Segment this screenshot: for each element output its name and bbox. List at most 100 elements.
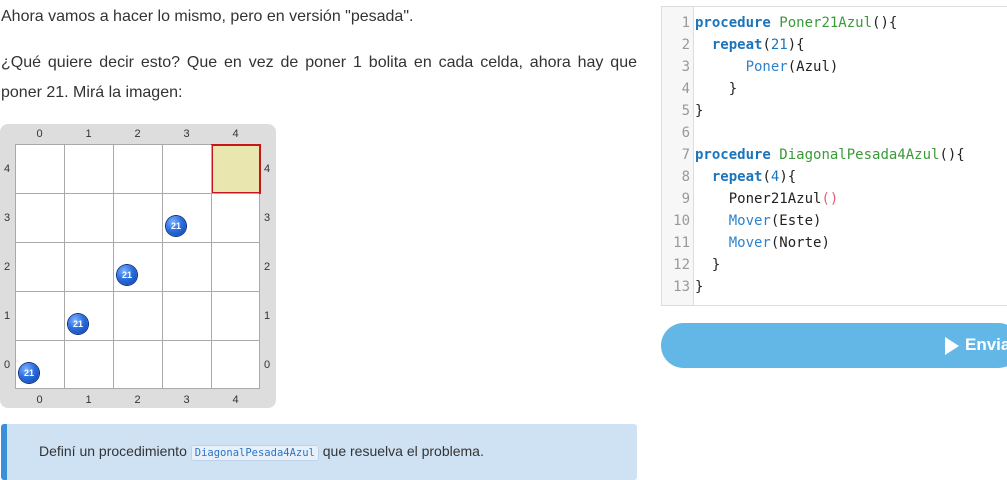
target-cell <box>211 144 261 194</box>
row-label-right: 2 <box>263 260 271 273</box>
board: 21 21 21 21 00112233444433221100 <box>0 124 276 408</box>
code-token: ( <box>762 169 771 185</box>
code-line[interactable]: } <box>695 78 737 100</box>
code-token: } <box>695 103 704 119</box>
column-label-top: 4 <box>232 128 239 140</box>
column-label-top: 1 <box>85 128 92 140</box>
code-token: Poner21Azul <box>695 191 822 207</box>
row-label-right: 0 <box>263 358 271 371</box>
intro-question: ¿Qué quiere decir esto? Que en vez de po… <box>1 48 637 108</box>
intro-text: Ahora vamos a hacer lo mismo, pero en ve… <box>1 8 414 25</box>
column-label-bottom: 3 <box>183 394 190 406</box>
row-label-left: 4 <box>3 162 11 175</box>
code-token: ){ <box>787 37 805 53</box>
code-token: (){ <box>939 147 965 163</box>
line-number: 2 <box>681 37 690 53</box>
blue-ball: 21 <box>166 216 186 236</box>
grid-column-line <box>64 145 65 388</box>
code-line[interactable]: procedure DiagonalPesada4Azul(){ <box>695 144 965 166</box>
line-number: 11 <box>673 235 690 251</box>
column-label-top: 3 <box>183 128 190 140</box>
line-number: 13 <box>673 279 690 295</box>
grid-column-line <box>162 145 163 388</box>
code-line[interactable]: } <box>695 100 703 122</box>
code-token: } <box>695 81 738 97</box>
code-line[interactable]: } <box>695 276 703 298</box>
grid-column-line <box>211 145 212 388</box>
instruction-suffix: que resuelva el problema. <box>322 443 484 459</box>
row-label-left: 2 <box>3 260 11 273</box>
row-label-right: 4 <box>263 162 271 175</box>
column-label-bottom: 2 <box>134 394 141 406</box>
code-token: DiagonalPesada4Azul <box>779 147 940 163</box>
code-token: 21 <box>770 37 788 53</box>
line-number: 9 <box>681 191 690 207</box>
code-token: Poner <box>745 59 788 75</box>
code-editor[interactable]: 1 2 3 4 5 6 7 8 9 10 11 12 13 procedure Poner21Azul(… <box>661 6 1007 306</box>
code-token: Poner21Azul <box>779 15 873 31</box>
column-label-bottom: 1 <box>85 394 92 406</box>
code-line[interactable]: repeat(21){ <box>695 34 805 56</box>
line-number: 1 <box>681 15 690 31</box>
line-number: 5 <box>681 103 690 119</box>
row-label-left: 3 <box>3 211 11 224</box>
code-line[interactable]: procedure Poner21Azul(){ <box>695 12 897 34</box>
row-label-right: 1 <box>263 309 271 322</box>
line-number: 10 <box>673 213 690 229</box>
play-icon <box>945 337 959 355</box>
blue-ball: 21 <box>117 265 137 285</box>
blue-ball: 21 <box>68 314 88 334</box>
line-number: 12 <box>673 257 690 273</box>
code-line[interactable]: Poner21Azul() <box>695 188 839 210</box>
blue-ball: 21 <box>19 363 39 383</box>
code-line[interactable]: Mover(Este) <box>695 210 822 232</box>
instruction-prefix: Definí un procedimiento <box>39 443 187 459</box>
send-button[interactable]: Enviar <box>661 323 1007 368</box>
code-token: ( <box>762 37 771 53</box>
code-token: procedure <box>695 15 771 31</box>
line-number: 7 <box>681 147 690 163</box>
grid-row-line <box>16 242 259 243</box>
row-label-left: 0 <box>3 358 11 371</box>
code-token: repeat <box>711 37 763 53</box>
instruction-box: Definí un procedimiento DiagonalPesada4A… <box>1 424 637 480</box>
code-token: ){ <box>779 169 797 185</box>
code-token: procedure <box>695 147 771 163</box>
code-token: (Azul) <box>787 59 839 75</box>
board-grid: 21 21 21 21 <box>15 144 261 389</box>
column-label-bottom: 4 <box>232 394 239 406</box>
line-number: 4 <box>681 81 690 97</box>
code-token: () <box>821 191 839 207</box>
column-label-top: 2 <box>134 128 141 140</box>
instruction-text: Definí un procedimiento DiagonalPesada4A… <box>39 443 484 461</box>
code-token: } <box>695 279 704 295</box>
code-token: Mover <box>728 235 771 251</box>
code-token: (){ <box>872 15 898 31</box>
code-token: (Este) <box>770 213 822 229</box>
line-number: 8 <box>681 169 690 185</box>
grid-row-line <box>16 291 259 292</box>
code-token: } <box>695 257 721 273</box>
instruction-procedure-name: DiagonalPesada4Azul <box>190 445 319 461</box>
code-line[interactable]: } <box>695 254 720 276</box>
row-label-left: 1 <box>3 309 11 322</box>
line-number: 6 <box>681 125 690 141</box>
row-label-right: 3 <box>263 211 271 224</box>
code-line[interactable]: Mover(Norte) <box>695 232 830 254</box>
column-label-top: 0 <box>36 128 43 140</box>
code-line[interactable]: Poner(Azul) <box>695 56 839 78</box>
line-number-gutter: 1 2 3 4 5 6 7 8 9 10 11 12 13 <box>662 7 694 305</box>
line-number: 3 <box>681 59 690 75</box>
send-button-label: Enviar <box>965 335 1007 354</box>
intro-question-line1: ¿Qué quiere decir esto? Que en vez de po… <box>1 54 637 71</box>
code-line[interactable]: repeat(4){ <box>695 166 796 188</box>
code-token: Mover <box>728 213 771 229</box>
grid-row-line <box>16 193 259 194</box>
intro-question-line2: poner 21. Mirá la imagen: <box>1 84 183 101</box>
code-token: (Norte) <box>770 235 830 251</box>
